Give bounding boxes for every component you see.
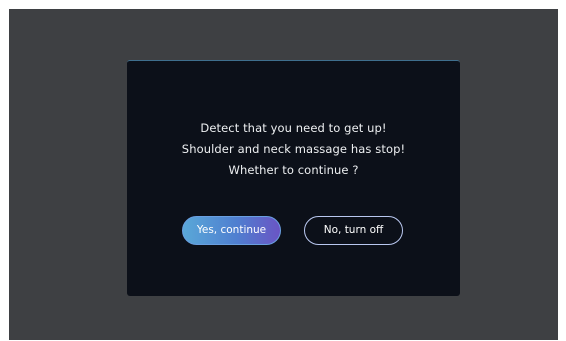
message-line-continue-question: Whether to continue ? [228,163,359,177]
dialog-message: Detect that you need to get up! Shoulder… [127,118,460,181]
no-turn-off-button[interactable]: No, turn off [304,216,403,245]
message-line-massage-stopped: Shoulder and neck massage has stop! [181,142,406,156]
yes-continue-button[interactable]: Yes, continue [182,216,281,245]
device-screen: Detect that you need to get up! Shoulder… [9,9,558,340]
continue-massage-dialog: Detect that you need to get up! Shoulder… [127,60,460,296]
message-line-get-up: Detect that you need to get up! [200,121,387,135]
